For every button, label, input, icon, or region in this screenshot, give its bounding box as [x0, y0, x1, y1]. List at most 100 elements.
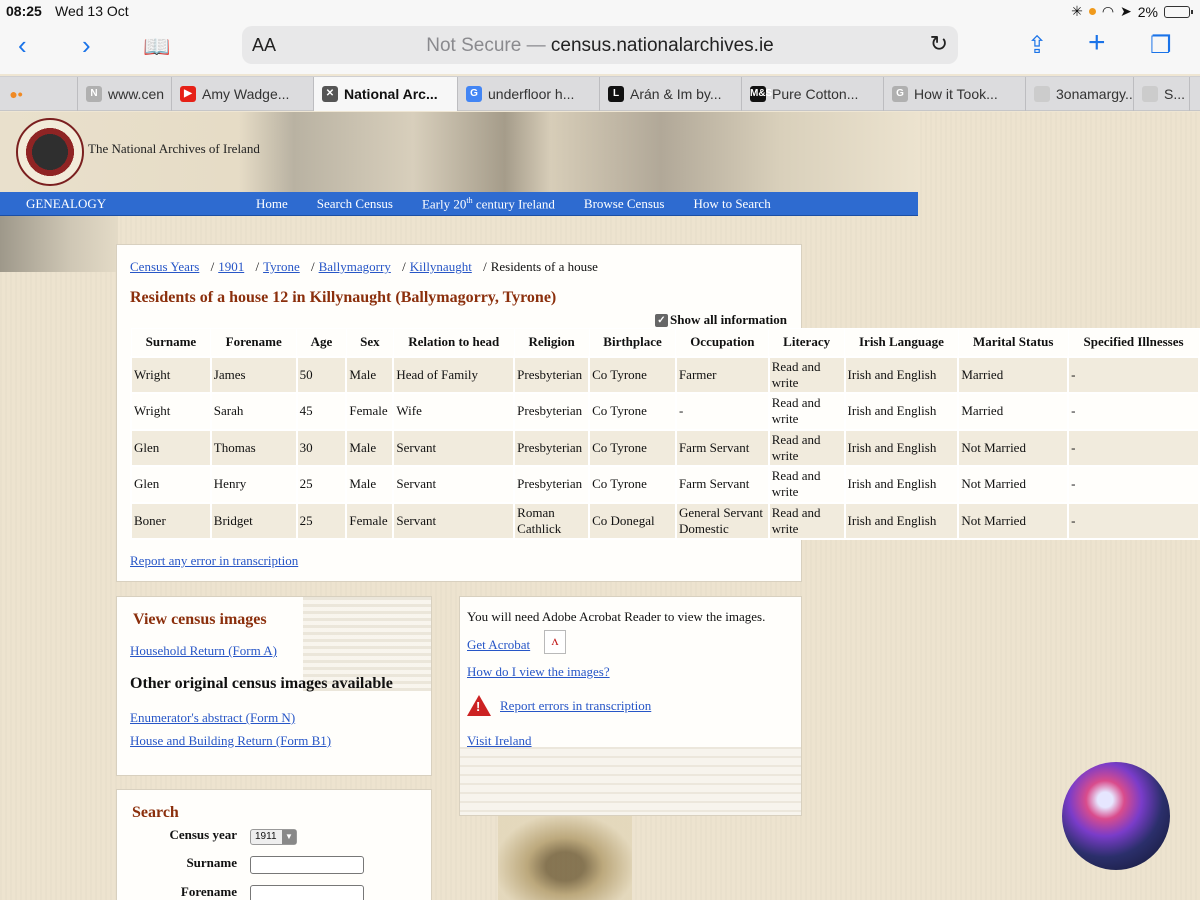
- table-cell: Irish and English: [843, 501, 960, 540]
- tabs-overview-icon[interactable]: ❐: [1150, 31, 1172, 61]
- breadcrumb-sep: /: [255, 259, 260, 274]
- nav-search-census[interactable]: Search Census: [317, 196, 393, 212]
- tab-label: www.cen: [108, 86, 165, 102]
- back-arrow-icon[interactable]: ‹: [18, 30, 27, 60]
- status-time: 08:25: [6, 3, 42, 19]
- browser-tab[interactable]: L Arán & Im by...: [600, 77, 742, 111]
- table-cell: Irish and English: [843, 428, 960, 467]
- breadcrumb-townland[interactable]: Killynaught: [410, 259, 472, 274]
- household-return-link[interactable]: Household Return (Form A): [130, 643, 277, 659]
- browser-tab[interactable]: ●•: [0, 77, 78, 111]
- breadcrumb-year[interactable]: 1901: [218, 259, 244, 274]
- table-cell: Presbyterian: [513, 465, 591, 504]
- tab-label: underfloor h...: [488, 86, 575, 102]
- table-cell: Co Tyrone: [588, 465, 677, 504]
- browser-tab[interactable]: Nwww.cen: [78, 77, 172, 111]
- column-header: Literacy: [768, 328, 846, 357]
- new-tab-plus-icon[interactable]: +: [1088, 28, 1106, 58]
- how-view-images-link[interactable]: How do I view the images?: [467, 664, 610, 680]
- census-year-select[interactable]: 1911 ▼: [250, 829, 297, 845]
- show-all-toggle[interactable]: ✓ Show all information: [655, 312, 787, 328]
- forward-arrow-icon[interactable]: ›: [82, 30, 91, 60]
- address-bar[interactable]: AA Not Secure — census.nationalarchives.…: [242, 26, 958, 64]
- table-cell: Irish and English: [843, 392, 960, 431]
- report-error-link[interactable]: Report any error in transcription: [130, 553, 298, 569]
- table-cell: Male: [345, 428, 395, 467]
- search-title: Search: [132, 804, 179, 821]
- archives-logo-icon: [16, 118, 84, 186]
- nav-early-20th[interactable]: Early 20th century Ireland: [422, 196, 555, 212]
- column-header: Marital Status: [957, 328, 1069, 357]
- share-icon[interactable]: ⇪: [1027, 31, 1047, 61]
- tab-label: Arán & Im by...: [630, 86, 722, 102]
- table-cell: Roman Cathlick: [513, 501, 591, 540]
- table-cell: Married: [957, 392, 1070, 431]
- table-cell: -: [1067, 392, 1200, 431]
- nav-home[interactable]: Home: [256, 196, 288, 212]
- breadcrumb-county[interactable]: Tyrone: [263, 259, 300, 274]
- table-cell: Irish and English: [843, 465, 960, 504]
- tab-label: S...: [1164, 86, 1186, 102]
- browser-tab[interactable]: Gunderfloor h...: [458, 77, 600, 111]
- table-cell: Presbyterian: [513, 428, 591, 467]
- show-all-checkbox[interactable]: ✓: [655, 313, 668, 327]
- location-icon: ➤: [1120, 3, 1132, 19]
- breadcrumb-sep: /: [483, 259, 487, 274]
- table-cell: Presbyterian: [513, 392, 591, 431]
- table-cell: Co Tyrone: [588, 392, 677, 431]
- get-acrobat-link[interactable]: Get Acrobat: [467, 637, 530, 653]
- browser-tab[interactable]: ▶ Amy Wadge...: [172, 77, 314, 111]
- breadcrumb-sep: /: [310, 259, 315, 274]
- table-cell: Female: [345, 392, 395, 431]
- browser-tab[interactable]: G How it Took...: [884, 77, 1026, 111]
- site-logo-text: The National Archives of Ireland: [88, 141, 260, 156]
- nav-section-label: GENEALOGY: [26, 196, 107, 211]
- table-cell: Bridget: [209, 501, 298, 540]
- table-cell: Female: [345, 501, 395, 540]
- table-cell: Married: [957, 355, 1070, 394]
- table-cell: Read and write: [767, 501, 846, 540]
- reload-icon[interactable]: ↻: [930, 31, 948, 57]
- status-date: Wed 13 Oct: [55, 3, 129, 19]
- nav-early-text-b: century Ireland: [472, 196, 555, 212]
- browser-tab[interactable]: M&S Pure Cotton...: [742, 77, 884, 111]
- forename-input[interactable]: [250, 885, 364, 900]
- siri-orb-icon[interactable]: [1062, 762, 1170, 870]
- house-building-return-link[interactable]: House and Building Return (Form B1): [130, 733, 331, 749]
- status-indicators: ✳ ◠ ➤ 2%: [1071, 3, 1193, 20]
- table-cell: Sarah: [209, 392, 298, 431]
- breadcrumb-census-years[interactable]: Census Years: [130, 259, 199, 274]
- acrobat-note: You will need Adobe Acrobat Reader to vi…: [467, 609, 766, 624]
- report-errors-link[interactable]: Report errors in transcription: [500, 698, 651, 714]
- tab-favicon-icon: [1034, 86, 1050, 102]
- pdf-icon[interactable]: ᴧ: [544, 630, 566, 654]
- bookmarks-book-icon[interactable]: 📖: [143, 32, 170, 62]
- surname-input[interactable]: [250, 856, 364, 874]
- breadcrumb-ded[interactable]: Ballymagorry: [319, 259, 391, 274]
- breadcrumb: Census Years /1901 /Tyrone / Ballymagorry…: [130, 259, 598, 275]
- tab-favicon-icon: [1142, 86, 1158, 102]
- site-nav: GENEALOGY Home Search Census Early 20th …: [0, 192, 918, 216]
- url-text[interactable]: Not Secure — census.nationalarchives.ie: [242, 35, 958, 57]
- nav-how-to-search[interactable]: How to Search: [693, 196, 770, 212]
- url-domain: census.nationalarchives.ie: [550, 35, 774, 56]
- table-cell: Co Donegal: [588, 501, 677, 540]
- table-row: Glen Thomas 30 Male Servant Presbyterian Co Ty…: [130, 428, 1200, 467]
- breadcrumb-current: Residents of a house: [490, 259, 598, 274]
- table-cell: Servant: [392, 465, 516, 504]
- tab-label: National Arc...: [344, 86, 438, 102]
- table-row: Boner Bridget 25 Female Servant Roman Cathlic…: [130, 501, 1200, 540]
- table-cell: General Servant Domestic: [674, 501, 770, 540]
- enumerator-abstract-link[interactable]: Enumerator's abstract (Form N): [130, 710, 295, 726]
- browser-tab[interactable]: ✕ National Arc...: [314, 77, 458, 111]
- browser-tab[interactable]: S...: [1134, 77, 1190, 111]
- table-header-row: Surname Forename Age Sex Relation to head Rel…: [130, 328, 1200, 357]
- header-photo-strip: [0, 216, 118, 272]
- table-cell: Read and write: [767, 465, 846, 504]
- browser-tab[interactable]: 3onamargy...: [1026, 77, 1134, 111]
- table-row: Wright Sarah 45 Female Wife Presbyterian Co Ty…: [130, 392, 1200, 431]
- table-cell: Male: [345, 465, 395, 504]
- table-cell: Farm Servant: [674, 428, 770, 467]
- nav-browse-census[interactable]: Browse Census: [584, 196, 665, 212]
- table-cell: 25: [295, 501, 348, 540]
